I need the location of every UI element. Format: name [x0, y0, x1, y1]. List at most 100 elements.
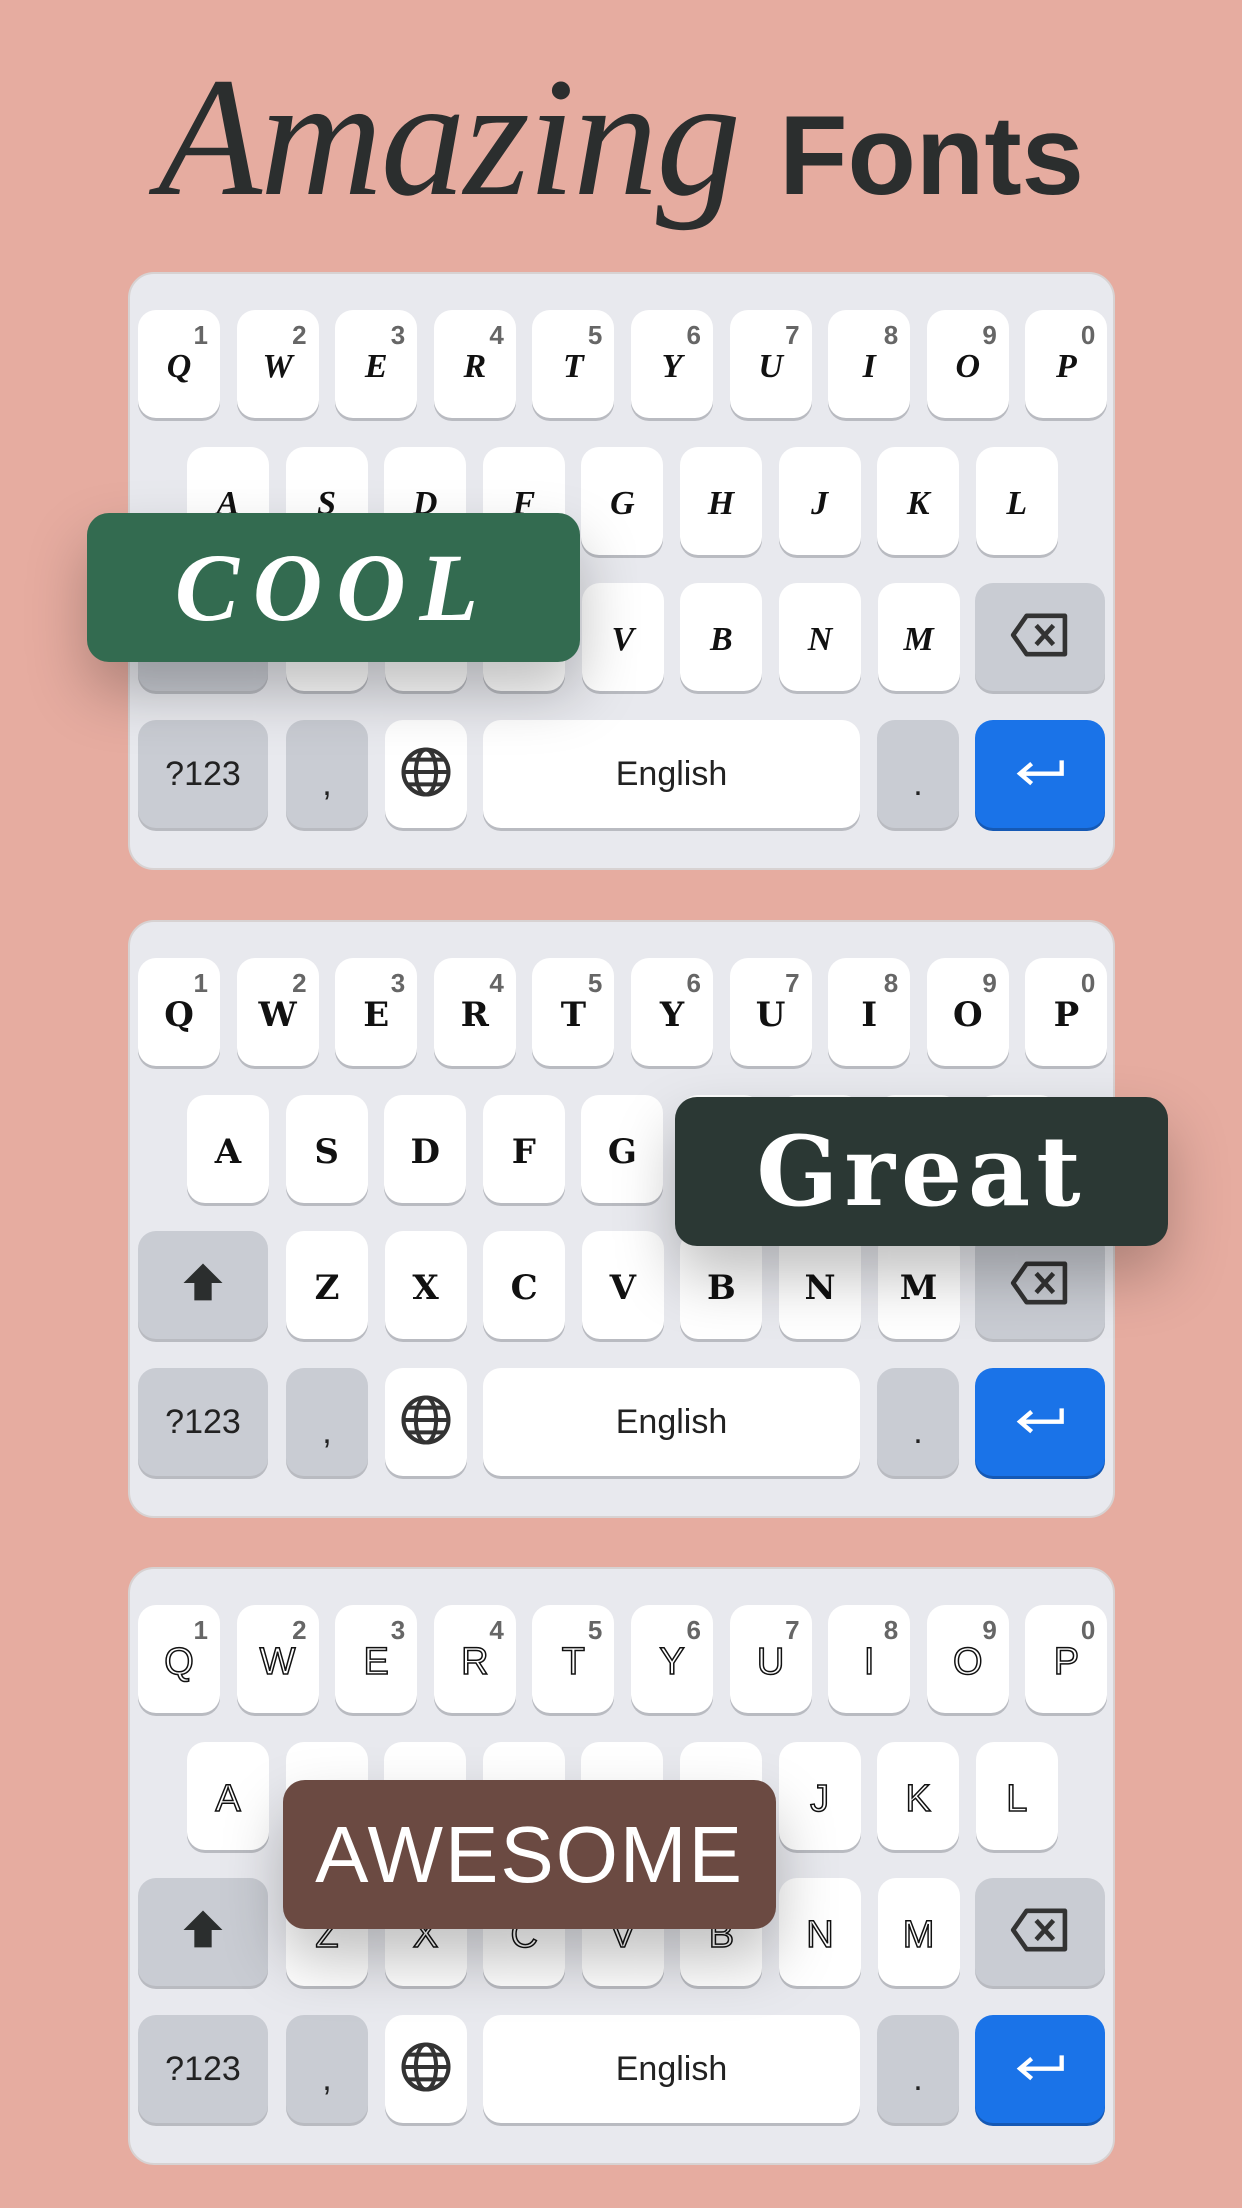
key-letter: M: [902, 1913, 935, 1957]
key-w[interactable]: 2W: [236, 1605, 319, 1713]
key-w[interactable]: 2W: [236, 958, 319, 1066]
key-n[interactable]: N: [779, 1878, 861, 1986]
key-q[interactable]: 1Q: [138, 958, 220, 1066]
key-g[interactable]: G: [581, 1095, 664, 1203]
key-m[interactable]: M: [877, 1878, 960, 1986]
backspace-key[interactable]: [975, 1231, 1105, 1339]
key-p[interactable]: 0P: [1025, 310, 1108, 418]
globe-key[interactable]: [385, 2015, 467, 2123]
key-u[interactable]: 7U: [729, 1605, 812, 1713]
key-x[interactable]: X: [384, 1231, 467, 1339]
comma-label: ,: [322, 1412, 332, 1451]
key-f[interactable]: F: [482, 1095, 565, 1203]
key-s[interactable]: S: [285, 1095, 368, 1203]
key-a[interactable]: A: [187, 1095, 269, 1203]
comma-key[interactable]: ,: [286, 1368, 368, 1476]
key-p[interactable]: 0P: [1025, 958, 1108, 1066]
key-letter: U: [755, 995, 786, 1035]
enter-key[interactable]: [975, 2015, 1105, 2123]
key-c[interactable]: C: [483, 1231, 566, 1339]
key-u[interactable]: 7U: [729, 958, 812, 1066]
key-l[interactable]: L: [975, 447, 1058, 555]
key-i[interactable]: 8I: [828, 1605, 911, 1713]
key-z[interactable]: Z: [286, 1231, 368, 1339]
key-m[interactable]: M: [877, 583, 960, 691]
badge-label: AWESOME: [315, 1809, 744, 1899]
key-l[interactable]: L: [975, 1742, 1058, 1850]
backspace-key[interactable]: [975, 1878, 1105, 1986]
key-r[interactable]: 4R: [433, 958, 516, 1066]
key-letter: V: [609, 1268, 636, 1308]
enter-arrow-icon: [1015, 757, 1065, 792]
key-b[interactable]: B: [680, 1231, 763, 1339]
key-y[interactable]: 6Y: [631, 958, 713, 1066]
period-key[interactable]: .: [877, 2015, 959, 2123]
enter-key[interactable]: [975, 720, 1105, 828]
key-d[interactable]: D: [384, 1095, 467, 1203]
key-o[interactable]: 9O: [926, 1605, 1009, 1713]
key-u[interactable]: 7U: [729, 310, 812, 418]
enter-key[interactable]: [975, 1368, 1105, 1476]
key-number-hint: 9: [982, 320, 997, 350]
key-letter: Y: [659, 1640, 686, 1684]
space-key[interactable]: English: [483, 2015, 860, 2123]
key-k[interactable]: K: [877, 1742, 960, 1850]
key-number-hint: 9: [982, 968, 997, 998]
key-k[interactable]: K: [877, 447, 960, 555]
symbols-key[interactable]: ?123: [138, 720, 268, 828]
key-y[interactable]: 6Y: [631, 310, 713, 418]
key-q[interactable]: 1Q: [138, 1605, 220, 1713]
period-key[interactable]: .: [877, 1368, 959, 1476]
period-key[interactable]: .: [877, 720, 959, 828]
key-t[interactable]: 5T: [532, 310, 615, 418]
key-v[interactable]: V: [581, 583, 664, 691]
key-r[interactable]: 4R: [433, 310, 516, 418]
key-w[interactable]: 2W: [236, 310, 319, 418]
key-b[interactable]: B: [680, 583, 763, 691]
comma-key[interactable]: ,: [286, 720, 368, 828]
key-v[interactable]: V: [581, 1231, 664, 1339]
key-m[interactable]: M: [877, 1231, 960, 1339]
key-r[interactable]: 4R: [433, 1605, 516, 1713]
badge-label: Great: [756, 1115, 1087, 1228]
space-key[interactable]: English: [483, 1368, 860, 1476]
key-o[interactable]: 9O: [926, 310, 1009, 418]
key-e[interactable]: 3E: [335, 1605, 418, 1713]
key-letter: J: [811, 485, 829, 522]
key-o[interactable]: 9O: [926, 958, 1009, 1066]
key-letter: E: [364, 348, 388, 385]
key-h[interactable]: H: [680, 447, 762, 555]
key-a[interactable]: A: [187, 1742, 269, 1850]
key-n[interactable]: N: [779, 1231, 861, 1339]
globe-key[interactable]: [385, 720, 467, 828]
globe-key[interactable]: [385, 1368, 467, 1476]
key-letter: U: [758, 348, 783, 385]
key-number-hint: 3: [390, 968, 406, 998]
key-e[interactable]: 3E: [335, 310, 418, 418]
space-label: English: [615, 754, 728, 793]
key-n[interactable]: N: [779, 583, 861, 691]
key-t[interactable]: 5T: [532, 958, 615, 1066]
key-letter: O: [952, 1640, 983, 1684]
key-i[interactable]: 8I: [828, 310, 911, 418]
key-j[interactable]: J: [778, 447, 861, 555]
key-e[interactable]: 3E: [335, 958, 418, 1066]
backspace-key[interactable]: [975, 583, 1105, 691]
key-letter: B: [710, 621, 733, 658]
key-j[interactable]: J: [778, 1742, 861, 1850]
key-i[interactable]: 8I: [828, 958, 911, 1066]
symbols-key[interactable]: ?123: [138, 1368, 268, 1476]
key-number-hint: 6: [686, 1615, 701, 1645]
space-key[interactable]: English: [483, 720, 860, 828]
shift-key[interactable]: [138, 1231, 268, 1339]
font-badge-script: COOL: [87, 513, 580, 662]
key-q[interactable]: 1Q: [138, 310, 220, 418]
symbols-key[interactable]: ?123: [138, 2015, 268, 2123]
key-y[interactable]: 6Y: [631, 1605, 713, 1713]
key-g[interactable]: G: [581, 447, 664, 555]
symbols-label: ?123: [165, 1402, 241, 1441]
key-t[interactable]: 5T: [532, 1605, 615, 1713]
comma-key[interactable]: ,: [286, 2015, 368, 2123]
key-p[interactable]: 0P: [1025, 1605, 1108, 1713]
shift-key[interactable]: [138, 1878, 268, 1986]
